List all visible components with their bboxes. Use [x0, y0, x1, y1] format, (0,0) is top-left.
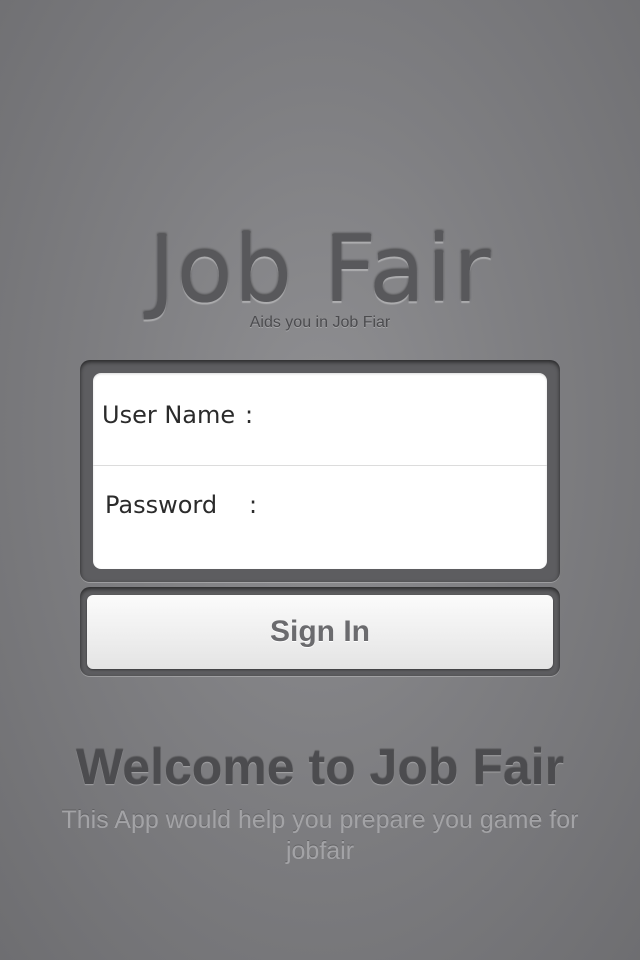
password-colon: :	[249, 491, 258, 519]
brand-header: Job Fair Aids you in Job Fiar	[0, 220, 640, 332]
sign-in-frame: Sign In	[80, 587, 560, 676]
username-input[interactable]	[273, 393, 537, 439]
username-colon: :	[245, 401, 254, 429]
app-tagline: Aids you in Job Fiar	[249, 314, 391, 331]
sign-in-button[interactable]: Sign In	[87, 595, 553, 669]
app-title: Job Fair	[148, 216, 492, 323]
login-form: User Name : Password :	[93, 373, 547, 569]
welcome-section: Welcome to Job Fair This App would help …	[0, 735, 640, 867]
username-row: User Name :	[93, 373, 547, 466]
welcome-title: Welcome to Job Fair	[75, 739, 565, 795]
field-divider	[93, 465, 547, 466]
welcome-description: This App would help you prepare you game…	[61, 806, 579, 865]
password-row: Password :	[93, 467, 547, 560]
password-input[interactable]	[273, 483, 537, 529]
login-form-frame: User Name : Password :	[80, 360, 560, 582]
username-label: User Name	[102, 401, 236, 429]
password-label: Password	[105, 491, 218, 519]
